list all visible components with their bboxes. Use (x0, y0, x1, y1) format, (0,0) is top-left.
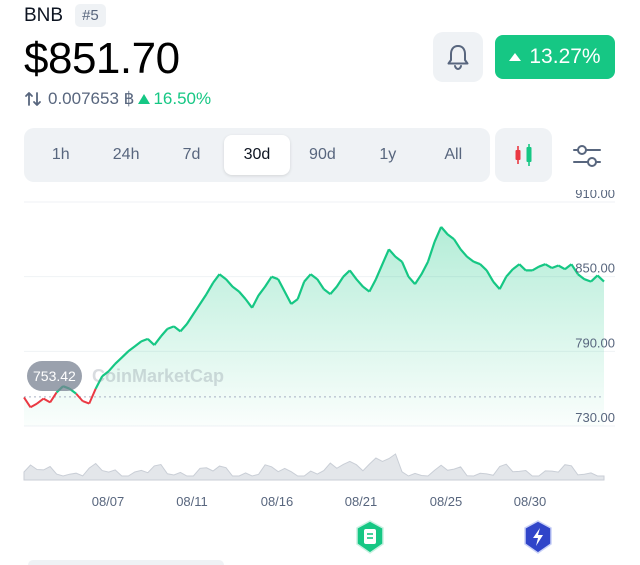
price-alert-button[interactable] (433, 32, 483, 82)
tab-90d[interactable]: 90d (290, 135, 355, 175)
tab-30d[interactable]: 30d (224, 135, 290, 175)
bottom-tab-strip (28, 560, 224, 565)
candlestick-toggle-button[interactable] (495, 128, 552, 182)
x-tick-label: 08/30 (514, 494, 547, 509)
x-tick-label: 08/16 (261, 494, 294, 509)
flash-event-icon[interactable] (522, 520, 554, 554)
tab-all[interactable]: All (421, 135, 486, 175)
watermark: CoinMarketCap (92, 366, 225, 386)
coin-header: BNB #5 (24, 4, 106, 27)
volume-area (23, 453, 605, 481)
coin-symbol: BNB (24, 4, 64, 26)
rank-badge: #5 (75, 4, 106, 27)
y-tick-label: 850.00 (575, 261, 615, 276)
price-chart[interactable]: 910.00 850.00 790.00 730.00 08/07 08/11 08/16… (0, 190, 640, 520)
price-usd: $851.70 (24, 34, 180, 83)
y-tick-label: 730.00 (575, 410, 615, 425)
x-tick-label: 08/07 (92, 494, 125, 509)
price-btc: 0.007653 ฿ (48, 89, 135, 108)
change-badge-value: 13.27% (529, 45, 601, 68)
swap-arrows-icon (25, 92, 41, 106)
y-tick-label: 790.00 (575, 335, 615, 350)
x-tick-label: 08/11 (176, 494, 208, 509)
timeframe-tabs: 1h 24h 7d 30d 90d 1y All (24, 128, 490, 182)
change-badge: 13.27% (495, 35, 615, 79)
btc-price-row: 0.007653 ฿ 16.50% (24, 89, 211, 109)
price-area-fill (24, 226, 604, 426)
tab-1h[interactable]: 1h (28, 135, 93, 175)
triangle-up-icon (509, 53, 522, 61)
y-tick-label: 910.00 (575, 190, 615, 201)
x-tick-label: 08/25 (430, 494, 463, 509)
btc-change-value: 16.50% (153, 89, 212, 108)
triangle-up-icon (138, 94, 151, 104)
open-price-badge: 753.42 (27, 361, 82, 391)
btc-change: 16.50% (138, 89, 211, 109)
sliders-icon (573, 145, 601, 167)
news-event-icon[interactable] (354, 520, 386, 554)
tab-24h[interactable]: 24h (93, 135, 158, 175)
bell-icon (447, 45, 469, 71)
tab-7d[interactable]: 7d (159, 135, 224, 175)
chart-settings-button[interactable] (565, 136, 609, 176)
x-tick-label: 08/21 (345, 494, 378, 509)
candlestick-icon (515, 144, 531, 166)
tab-1y[interactable]: 1y (355, 135, 420, 175)
